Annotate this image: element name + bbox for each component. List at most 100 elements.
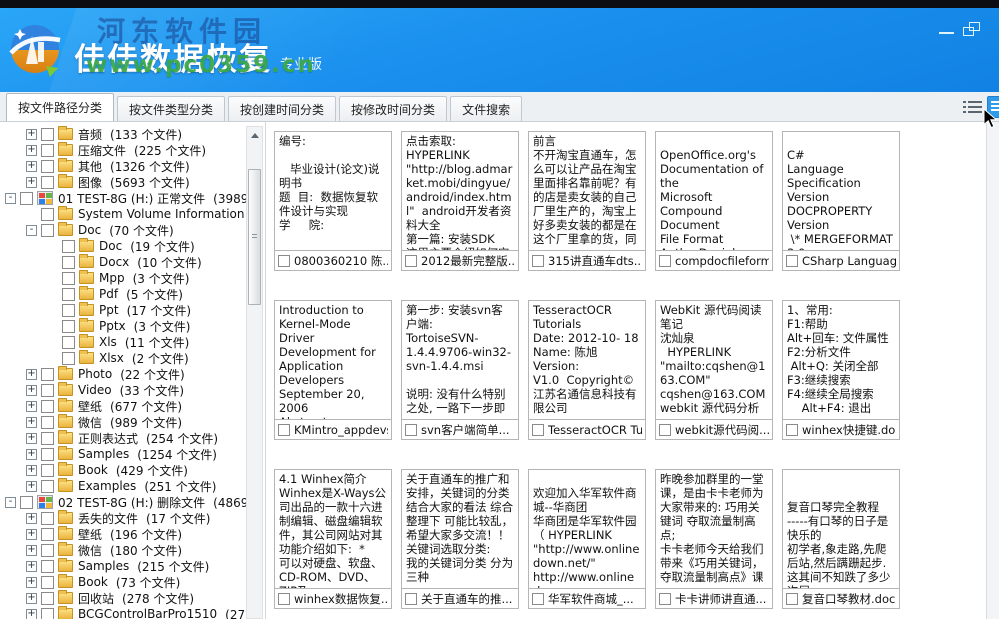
- tree-item-checkbox[interactable]: [62, 352, 75, 365]
- tree-item-checkbox[interactable]: [41, 464, 54, 477]
- tree-scrollbar-thumb[interactable]: [248, 169, 261, 305]
- file-card[interactable]: 欢迎加入华军软件商城--华商团 华商团是华军软件园 （ HYPERLINK "h…: [528, 469, 646, 609]
- tree-item[interactable]: + 压缩文件 (225 个文件): [0, 142, 246, 158]
- list-view-button[interactable]: [961, 97, 984, 117]
- expander-icon[interactable]: +: [26, 161, 37, 172]
- minimize-button[interactable]: [938, 22, 956, 36]
- expander-icon[interactable]: +: [26, 465, 37, 476]
- expander-icon[interactable]: +: [26, 545, 37, 556]
- file-checkbox[interactable]: [405, 424, 417, 436]
- tree-item[interactable]: - Doc (70 个文件): [0, 222, 246, 238]
- file-card[interactable]: Introduction to Kernel-Mode Driver Devel…: [274, 300, 392, 440]
- file-card[interactable]: 编号: 毕业设计(论文)说明书 题 目: 数据恢复软件设计与实现 学 院: 08…: [274, 131, 392, 271]
- tree-item[interactable]: Docx (10 个文件): [0, 254, 246, 270]
- tree-item[interactable]: + 正则表达式 (254 个文件): [0, 430, 246, 446]
- expander-icon[interactable]: +: [26, 369, 37, 380]
- file-checkbox[interactable]: [532, 593, 544, 605]
- tree-item-checkbox[interactable]: [41, 384, 54, 397]
- expander-icon[interactable]: +: [26, 385, 37, 396]
- expander-icon[interactable]: +: [26, 401, 37, 412]
- expander-icon[interactable]: +: [26, 561, 37, 572]
- file-card[interactable]: 第一步: 安装svn客户端: TortoiseSVN-1.4.4.9706-wi…: [401, 300, 519, 440]
- file-checkbox[interactable]: [278, 255, 290, 267]
- tree-item[interactable]: Pptx (3 个文件): [0, 318, 246, 334]
- tree-item-checkbox[interactable]: [41, 224, 54, 237]
- file-checkbox[interactable]: [659, 255, 671, 267]
- file-checkbox[interactable]: [786, 255, 798, 267]
- tree-item[interactable]: + 丢失的文件 (17 个文件): [0, 510, 246, 526]
- tree-item-checkbox[interactable]: [20, 192, 33, 205]
- tree-item[interactable]: - 01 TEST-8G (H:) 正常文件 (3989 个文: [0, 190, 246, 206]
- file-checkbox[interactable]: [278, 424, 290, 436]
- tree-scrollbar[interactable]: [246, 126, 263, 619]
- file-checkbox[interactable]: [532, 424, 544, 436]
- tree-item-checkbox[interactable]: [41, 176, 54, 189]
- tree-item-checkbox[interactable]: [62, 256, 75, 269]
- file-card[interactable]: 昨晚参加群里的一堂课，是由卡卡老师为大家带来的: 巧用关键词 夺取流量制高点; …: [655, 469, 773, 609]
- file-checkbox[interactable]: [659, 424, 671, 436]
- file-checkbox[interactable]: [405, 255, 417, 267]
- tab-by-create-time[interactable]: 按创建时间分类: [228, 96, 336, 121]
- tree-item[interactable]: Xls (11 个文件): [0, 334, 246, 350]
- expander-icon[interactable]: +: [26, 529, 37, 540]
- tree-item[interactable]: - 02 TEST-8G (H:) 删除文件 (4869 个文: [0, 494, 246, 510]
- grid-view-button[interactable]: [987, 96, 999, 118]
- tree-item[interactable]: Pdf (5 个文件): [0, 286, 246, 302]
- file-card[interactable]: 关于直通车的推广和安排，关键词的分类结合大家的看法 综合整理下 可能比较乱，希望…: [401, 469, 519, 609]
- tree-item[interactable]: + 微信 (989 个文件): [0, 414, 246, 430]
- file-checkbox[interactable]: [532, 255, 544, 267]
- tree-item[interactable]: + 回收站 (278 个文件): [0, 590, 246, 606]
- tree-item-checkbox[interactable]: [41, 128, 54, 141]
- expander-icon[interactable]: -: [5, 497, 16, 508]
- tree-item-checkbox[interactable]: [62, 288, 75, 301]
- tab-by-modify-time[interactable]: 按修改时间分类: [339, 96, 447, 121]
- tree-item-checkbox[interactable]: [41, 576, 54, 589]
- tree-item-checkbox[interactable]: [62, 304, 75, 317]
- tree-item-checkbox[interactable]: [41, 544, 54, 557]
- expander-icon[interactable]: +: [26, 145, 37, 156]
- tree-item[interactable]: System Volume Information (1: [0, 206, 246, 222]
- tree-item[interactable]: + 其他 (1326 个文件): [0, 158, 246, 174]
- file-checkbox[interactable]: [659, 593, 671, 605]
- expander-icon[interactable]: +: [26, 609, 37, 619]
- tree-item-checkbox[interactable]: [41, 480, 54, 493]
- tree-item-checkbox[interactable]: [20, 496, 33, 509]
- file-card[interactable]: OpenOffice.org's Documentation of the Mi…: [655, 131, 773, 271]
- tree-item-checkbox[interactable]: [62, 320, 75, 333]
- file-card[interactable]: WebKit 源代码阅读笔记 沈灿泉 HYPERLINK "mailto:cqs…: [655, 300, 773, 440]
- tree-item[interactable]: + BCGControlBarPro1510 (2737 个: [0, 606, 246, 619]
- expander-icon[interactable]: +: [26, 449, 37, 460]
- file-card[interactable]: 4.1 Winhex简介 Winhex是X-Ways公司出品的一款十六进制编辑、…: [274, 469, 392, 609]
- tree-item-checkbox[interactable]: [41, 368, 54, 381]
- tree-item-checkbox[interactable]: [41, 560, 54, 573]
- tree-item[interactable]: + Photo (22 个文件): [0, 366, 246, 382]
- tree-item-checkbox[interactable]: [41, 416, 54, 429]
- tree-item[interactable]: Mpp (3 个文件): [0, 270, 246, 286]
- file-card[interactable]: 前言 不开淘宝直通车，怎么可以让产品在淘宝里面排名靠前呢？有的店是卖女装的自己厂…: [528, 131, 646, 271]
- tree-item[interactable]: + Book (429 个文件): [0, 462, 246, 478]
- expander-icon[interactable]: +: [26, 593, 37, 604]
- tree-item-checkbox[interactable]: [41, 208, 54, 221]
- file-checkbox[interactable]: [786, 593, 798, 605]
- tree-item[interactable]: + Video (33 个文件): [0, 382, 246, 398]
- cards-scrollbar[interactable]: [986, 122, 999, 619]
- expander-icon[interactable]: +: [26, 433, 37, 444]
- tree-item-checkbox[interactable]: [41, 528, 54, 541]
- expander-icon[interactable]: +: [26, 513, 37, 524]
- file-checkbox[interactable]: [405, 593, 417, 605]
- file-card[interactable]: C# Language Specification Version DOCPRO…: [782, 131, 900, 271]
- tree-item-checkbox[interactable]: [62, 336, 75, 349]
- tree-item[interactable]: + Book (73 个文件): [0, 574, 246, 590]
- tab-by-file-path[interactable]: 按文件路径分类: [6, 93, 114, 121]
- tree-item[interactable]: Doc (19 个文件): [0, 238, 246, 254]
- tree-item[interactable]: + 音频 (133 个文件): [0, 126, 246, 142]
- expander-icon[interactable]: +: [26, 177, 37, 188]
- expander-icon[interactable]: +: [26, 481, 37, 492]
- tree-item-checkbox[interactable]: [41, 608, 54, 619]
- restore-button[interactable]: [963, 22, 980, 36]
- tree-item-checkbox[interactable]: [62, 272, 75, 285]
- expander-icon[interactable]: -: [5, 193, 16, 204]
- tree-item-checkbox[interactable]: [62, 240, 75, 253]
- tab-by-file-type[interactable]: 按文件类型分类: [117, 96, 225, 121]
- file-card[interactable]: TesseractOCR Tutorials Date: 2012-10- 18…: [528, 300, 646, 440]
